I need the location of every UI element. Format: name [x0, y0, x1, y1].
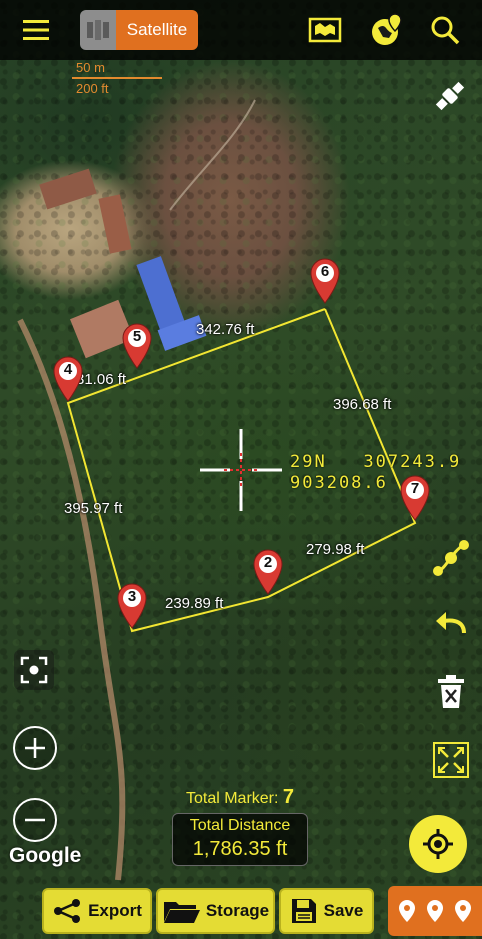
coordinate-northing: 903208.6	[290, 473, 388, 493]
map-type-button[interactable]: Satellite	[80, 10, 198, 50]
map-marker-7[interactable]: 7	[399, 474, 431, 522]
google-attribution: Google	[9, 844, 82, 867]
map-scale: 50 m 200 ft	[72, 60, 162, 96]
zoom-out-icon[interactable]	[13, 798, 57, 842]
segment-length-label: 342.76 ft	[196, 321, 255, 338]
crosshair-coordinates: 29N 307243.9 903208.6	[290, 452, 461, 494]
export-button[interactable]: Export	[42, 888, 152, 934]
marker-number: 4	[63, 361, 73, 378]
markers-list-button[interactable]	[388, 886, 482, 936]
totals-panel: Total Marker: 7 Total Distance 1,786.35 …	[170, 786, 310, 866]
satellite-thumbnail-icon	[80, 10, 116, 50]
hamburger-menu-icon[interactable]	[18, 14, 54, 46]
marker-number: 2	[263, 554, 273, 571]
map-marker-4[interactable]: 4	[52, 355, 84, 403]
segment-length-label: 239.89 ft	[165, 595, 224, 612]
marker-number: 5	[132, 328, 142, 345]
total-marker-count: 7	[282, 786, 295, 808]
pin-icon	[399, 900, 415, 922]
path-edit-icon[interactable]	[431, 538, 471, 578]
storage-button[interactable]: Storage	[156, 888, 275, 934]
map-marker-6[interactable]: 6	[309, 257, 341, 305]
segment-length-label: 279.98 ft	[306, 541, 365, 558]
floppy-disk-icon	[291, 899, 316, 923]
total-marker: Total Marker: 7	[170, 786, 310, 809]
hamburger-menu-icon-glyph	[23, 20, 49, 40]
export-label: Export	[88, 901, 142, 920]
share-icon	[54, 899, 81, 923]
map-marker-2[interactable]: 2	[252, 548, 284, 596]
scale-bar	[72, 77, 162, 79]
my-location-icon[interactable]	[409, 815, 467, 873]
scale-imperial: 200 ft	[76, 81, 109, 96]
marker-number: 7	[410, 480, 420, 497]
delete-icon[interactable]	[431, 672, 471, 712]
fit-to-screen-icon[interactable]	[431, 740, 471, 780]
marker-number: 6	[320, 263, 330, 280]
pin-icon	[427, 900, 443, 922]
search-icon[interactable]	[426, 12, 464, 48]
globe-pin-icon[interactable]	[366, 10, 406, 50]
pin-icon	[455, 900, 471, 922]
map-marker-3[interactable]: 3	[116, 582, 148, 630]
total-marker-label: Total Marker:	[185, 790, 279, 807]
total-distance-value: 1,786.35 ft	[192, 838, 288, 860]
save-button[interactable]: Save	[279, 888, 374, 934]
satellite-icon[interactable]	[430, 76, 470, 116]
zoom-in-icon[interactable]	[13, 726, 57, 770]
total-distance-label: Total Distance	[189, 817, 291, 834]
undo-icon[interactable]	[431, 604, 471, 644]
segment-length-label: 396.68 ft	[333, 396, 392, 413]
map-marker-5[interactable]: 5	[121, 322, 153, 370]
save-label: Save	[323, 901, 364, 920]
recenter-focus-icon[interactable]	[14, 650, 54, 690]
folder-icon	[163, 902, 200, 923]
total-distance-box: Total Distance 1,786.35 ft	[172, 813, 308, 866]
storage-label: Storage	[205, 901, 270, 920]
map-type-label: Satellite	[116, 10, 198, 50]
coordinate-zone-easting: 29N 307243.9	[290, 452, 462, 472]
map-book-icon[interactable]	[306, 12, 344, 48]
scale-metric: 50 m	[76, 60, 105, 75]
top-toolbar: Satellite	[0, 0, 482, 60]
segment-length-label: 395.97 ft	[64, 500, 123, 517]
crosshair-icon	[200, 429, 282, 511]
marker-number: 3	[127, 588, 137, 605]
